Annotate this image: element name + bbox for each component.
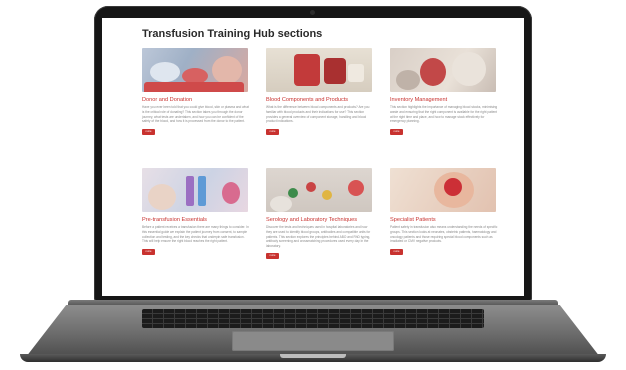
section-card-serology[interactable]: Serology and Laboratory Techniques Disco… bbox=[266, 168, 382, 260]
section-description: Have you ever been told that you could g… bbox=[142, 105, 249, 124]
section-card-inventory[interactable]: Inventory Management This section highli… bbox=[390, 48, 506, 135]
page-title: Transfusion Training Hub sections bbox=[142, 28, 323, 40]
section-description: What is the difference between blood com… bbox=[266, 105, 370, 124]
laptop-notch bbox=[280, 354, 346, 358]
lab-image bbox=[266, 168, 372, 212]
section-description: Before a patient receives a transfusion … bbox=[142, 225, 249, 244]
section-title[interactable]: Inventory Management bbox=[390, 97, 506, 103]
donor-image bbox=[142, 48, 248, 92]
section-card-pretransfusion[interactable]: Pre-transfusion Essentials Before a pati… bbox=[142, 168, 258, 255]
section-title[interactable]: Donor and Donation bbox=[142, 97, 258, 103]
section-title[interactable]: Specialist Patients bbox=[390, 217, 506, 223]
section-description: Discover the tests and techniques used i… bbox=[266, 225, 371, 248]
section-card-components[interactable]: Blood Components and Products What is th… bbox=[266, 48, 382, 135]
section-card-donor[interactable]: Donor and Donation Have you ever been to… bbox=[142, 48, 258, 135]
more-button[interactable]: more bbox=[142, 248, 155, 255]
laptop-screen: Transfusion Training Hub sections Donor … bbox=[102, 18, 524, 296]
more-button[interactable]: more bbox=[390, 128, 403, 135]
section-title[interactable]: Blood Components and Products bbox=[266, 97, 382, 103]
section-description: This section highlights the importance o… bbox=[390, 105, 498, 124]
section-title[interactable]: Serology and Laboratory Techniques bbox=[266, 217, 382, 223]
keyboard bbox=[142, 309, 484, 328]
trackpad bbox=[232, 331, 394, 351]
camera-icon bbox=[310, 10, 315, 15]
more-button[interactable]: more bbox=[390, 248, 403, 255]
blood-bag-image bbox=[266, 48, 372, 92]
sample-tubes-image bbox=[142, 168, 248, 212]
more-button[interactable]: more bbox=[142, 128, 155, 135]
section-description: Patient safety in transfusion also means… bbox=[390, 225, 498, 244]
section-card-specialist[interactable]: Specialist Patients Patient safety in tr… bbox=[390, 168, 506, 255]
laptop-lid: Transfusion Training Hub sections Donor … bbox=[94, 6, 532, 302]
section-title[interactable]: Pre-transfusion Essentials bbox=[142, 217, 258, 223]
more-button[interactable]: more bbox=[266, 253, 279, 260]
hands-heart-image bbox=[390, 168, 496, 212]
inventory-image bbox=[390, 48, 496, 92]
more-button[interactable]: more bbox=[266, 128, 279, 135]
